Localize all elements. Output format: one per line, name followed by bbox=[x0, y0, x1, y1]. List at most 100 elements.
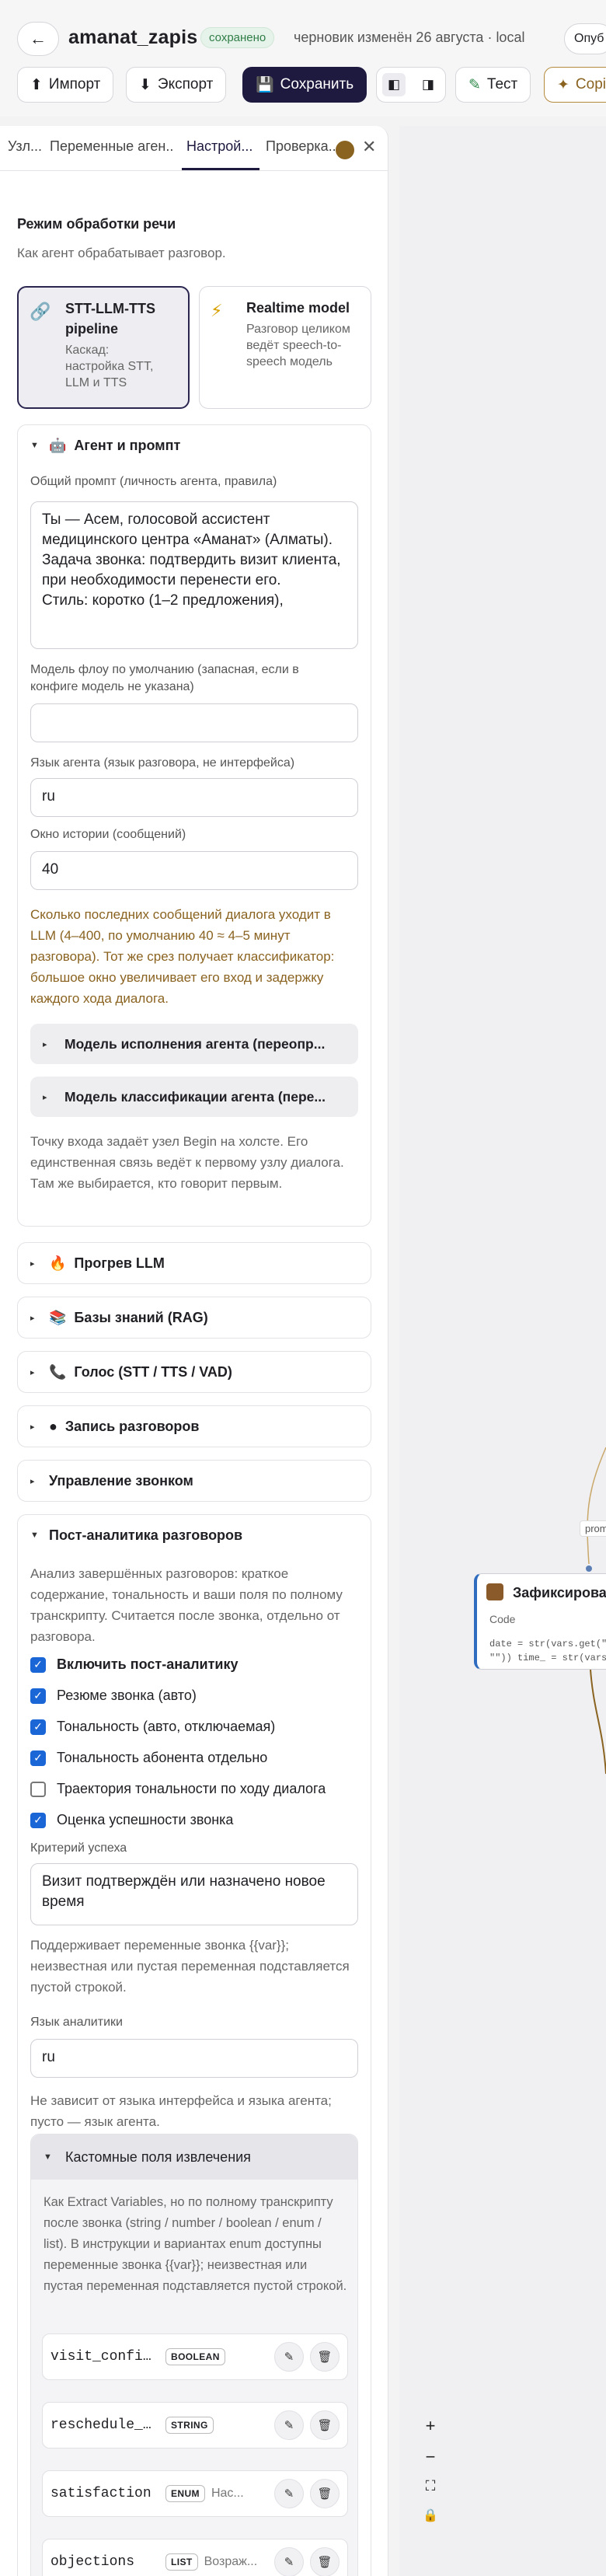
tab-nodes[interactable]: Узл... bbox=[8, 138, 44, 155]
recording-section[interactable]: ▸ ● Запись разговоров bbox=[17, 1405, 371, 1447]
checkbox-icon[interactable] bbox=[30, 1781, 46, 1797]
chevron-right-icon: ▸ bbox=[43, 1039, 47, 1049]
agent-prompt-header[interactable]: ▼ 🤖 Агент и промпт bbox=[18, 425, 371, 466]
post-analytics-header[interactable]: ▼ Пост-аналитика разговоров bbox=[18, 1515, 371, 1555]
agent-name: amanat_zapis bbox=[68, 26, 198, 48]
checkbox-enable-analytics[interactable]: ✓ Включить пост-аналитику bbox=[30, 1656, 239, 1673]
tab-settings[interactable]: Настрой... bbox=[186, 138, 259, 155]
field-name: reschedule_rea... bbox=[50, 2417, 159, 2433]
checkbox-sentiment-trajectory[interactable]: Траектория тональности по ходу диалога bbox=[30, 1781, 326, 1797]
node-code-line: "")) time_ = str(vars.get( bbox=[489, 1653, 606, 1663]
node-handle[interactable] bbox=[586, 1565, 592, 1572]
export-button[interactable]: ⬇ Экспорт bbox=[126, 67, 227, 103]
draft-info: черновик изменён 26 августа · local bbox=[294, 30, 525, 45]
edge bbox=[590, 1669, 606, 1775]
panel-tabs: Узл... Переменные аген... Настрой... Про… bbox=[0, 126, 388, 171]
node-code-line: date = str(vars.get("app bbox=[489, 1639, 606, 1649]
mode-option-realtime[interactable]: ⚡ Realtime model Разговор целиком ведёт … bbox=[199, 286, 371, 409]
tab-agent-variables[interactable]: Переменные аген... bbox=[50, 138, 174, 155]
floppy-icon: 💾 bbox=[256, 77, 274, 93]
warmup-section[interactable]: ▸ 🔥 Прогрев LLM bbox=[17, 1242, 371, 1284]
entry-hint: Точку входа задаёт узел Begin на холсте.… bbox=[30, 1134, 344, 1191]
checkbox-caller-sentiment[interactable]: ✓ Тональность абонента отдельно bbox=[30, 1750, 267, 1766]
list-item[interactable]: satisfaction ENUM Нас... ✎ 🗑 bbox=[42, 2470, 348, 2517]
exec-model-accordion[interactable]: ▸ Модель исполнения агента (переопр... bbox=[30, 1024, 358, 1064]
trash-icon[interactable]: 🗑 bbox=[310, 2479, 340, 2508]
arrow-left-icon: ← bbox=[30, 29, 47, 48]
checkbox-sentiment[interactable]: ✓ Тональность (авто, отключаемая) bbox=[30, 1719, 275, 1735]
edit-icon[interactable]: ✎ bbox=[274, 2479, 304, 2508]
back-button[interactable]: ← bbox=[17, 22, 59, 56]
history-window-input[interactable]: 40 bbox=[30, 851, 358, 890]
publish-button[interactable]: Опуб bbox=[564, 23, 606, 54]
checkbox-icon[interactable]: ✓ bbox=[30, 1688, 46, 1704]
code-node[interactable]: Зафиксирова Code date = str(vars.get("ap… bbox=[474, 1573, 606, 1670]
model-label: Модель флоу по умолчанию (запасная, если… bbox=[30, 663, 299, 693]
flow-canvas[interactable]: promp Зафиксирова Code date = str(vars.g… bbox=[399, 126, 606, 2576]
section-title: Пост-аналитика разговоров bbox=[49, 1527, 243, 1543]
checkbox-icon[interactable]: ✓ bbox=[30, 1719, 46, 1735]
view-toggle[interactable]: ◧ ◨ bbox=[376, 67, 446, 103]
section-title: Базы знаний (RAG) bbox=[74, 1309, 208, 1325]
analytics-language-input[interactable]: ru bbox=[30, 2039, 358, 2078]
section-title: Прогрев LLM bbox=[74, 1255, 165, 1271]
test-button[interactable]: ✎ Тест bbox=[455, 67, 531, 103]
checkbox-icon[interactable]: ✓ bbox=[30, 1812, 46, 1828]
mode-option-title: Realtime model bbox=[246, 300, 350, 316]
knowledge-base-section[interactable]: ▸ 📚 Базы знаний (RAG) bbox=[17, 1297, 371, 1339]
record-dot-icon: ● bbox=[49, 1418, 57, 1434]
mode-option-pipeline[interactable]: 🔗 STT-LLM-TTS pipeline Каскад: настройка… bbox=[17, 286, 190, 409]
zoom-in-button[interactable]: + bbox=[416, 2416, 444, 2436]
custom-fields-title: Кастомные поля извлечения bbox=[65, 2148, 251, 2165]
save-button[interactable]: 💾 Сохранить bbox=[242, 67, 367, 103]
zoom-out-button[interactable]: − bbox=[416, 2447, 444, 2467]
edges-layer bbox=[586, 1447, 606, 1775]
custom-fields-header[interactable]: ▼ Кастомные поля извлечения bbox=[31, 2134, 357, 2180]
export-label: Экспорт bbox=[157, 76, 214, 92]
voice-section[interactable]: ▸ 📞 Голос (STT / TTS / VAD) bbox=[17, 1351, 371, 1393]
default-model-input[interactable] bbox=[30, 703, 358, 742]
panel-right-icon[interactable]: ◨ bbox=[416, 73, 440, 96]
call-control-section[interactable]: ▸ Управление звонком bbox=[17, 1460, 371, 1502]
checkbox-icon[interactable]: ✓ bbox=[30, 1750, 46, 1766]
field-type-badge: LIST bbox=[165, 2553, 198, 2571]
checkbox-label: Резюме звонка (авто) bbox=[57, 1688, 197, 1703]
fire-icon: 🔥 bbox=[49, 1255, 67, 1271]
trash-icon[interactable]: 🗑 bbox=[310, 2410, 340, 2440]
prompt-textarea[interactable]: Ты — Асем, голосовой ассистент медицинск… bbox=[30, 501, 358, 649]
mode-title: Режим обработки речи bbox=[17, 216, 176, 232]
edit-icon[interactable]: ✎ bbox=[274, 2342, 304, 2372]
mode-subtitle: Как агент обрабатывает разговор. bbox=[17, 246, 226, 260]
field-description: Нас... bbox=[211, 2487, 244, 2500]
lightning-icon: ⚡ bbox=[211, 301, 223, 320]
trash-icon[interactable]: 🗑 bbox=[310, 2342, 340, 2372]
panel-left-icon[interactable]: ◧ bbox=[382, 73, 406, 96]
checkbox-label: Оценка успешности звонка bbox=[57, 1812, 234, 1827]
success-criteria-textarea[interactable]: Визит подтверждён или назначено новое вр… bbox=[30, 1863, 358, 1925]
code-node-icon bbox=[486, 1583, 503, 1600]
history-label: Окно истории (сообщений) bbox=[30, 828, 186, 841]
checkbox-label: Траектория тональности по ходу диалога bbox=[57, 1781, 326, 1796]
list-item[interactable]: visit_confir... BOOLEAN ✎ 🗑 bbox=[42, 2333, 348, 2380]
trash-icon[interactable]: 🗑 bbox=[310, 2547, 340, 2576]
copilot-button[interactable]: ✦ Copi bbox=[544, 67, 606, 103]
edit-icon[interactable]: ✎ bbox=[274, 2547, 304, 2576]
checkbox-summary[interactable]: ✓ Резюме звонка (авто) bbox=[30, 1688, 197, 1704]
mode-option-desc: Разговор целиком ведёт speech-to-speech … bbox=[246, 323, 350, 368]
chevron-right-icon: ▸ bbox=[30, 1367, 35, 1377]
checkbox-success-score[interactable]: ✓ Оценка успешности звонка bbox=[30, 1812, 233, 1828]
edit-icon[interactable]: ✎ bbox=[274, 2410, 304, 2440]
class-model-accordion[interactable]: ▸ Модель классификации агента (пере... bbox=[30, 1077, 358, 1117]
link-icon: 🔗 bbox=[30, 302, 51, 321]
tab-validation[interactable]: Проверка... bbox=[266, 138, 340, 155]
agent-language-input[interactable]: ru bbox=[30, 778, 358, 817]
criteria-hint: Поддерживает переменные звонка {{var}}; … bbox=[30, 1938, 350, 1995]
list-item[interactable]: reschedule_rea... STRING ✎ 🗑 bbox=[42, 2402, 348, 2449]
lock-icon[interactable]: 🔒 bbox=[416, 2508, 444, 2523]
fit-view-icon[interactable]: ⛶ bbox=[416, 2478, 444, 2494]
checkbox-icon[interactable]: ✓ bbox=[30, 1656, 46, 1673]
close-icon[interactable]: ✕ bbox=[362, 137, 376, 157]
import-button[interactable]: ⬆ Импорт bbox=[17, 67, 114, 103]
list-item[interactable]: objections LIST Возраж... ✎ 🗑 bbox=[42, 2539, 348, 2576]
checkbox-label: Тональность (авто, отключаемая) bbox=[57, 1719, 276, 1734]
